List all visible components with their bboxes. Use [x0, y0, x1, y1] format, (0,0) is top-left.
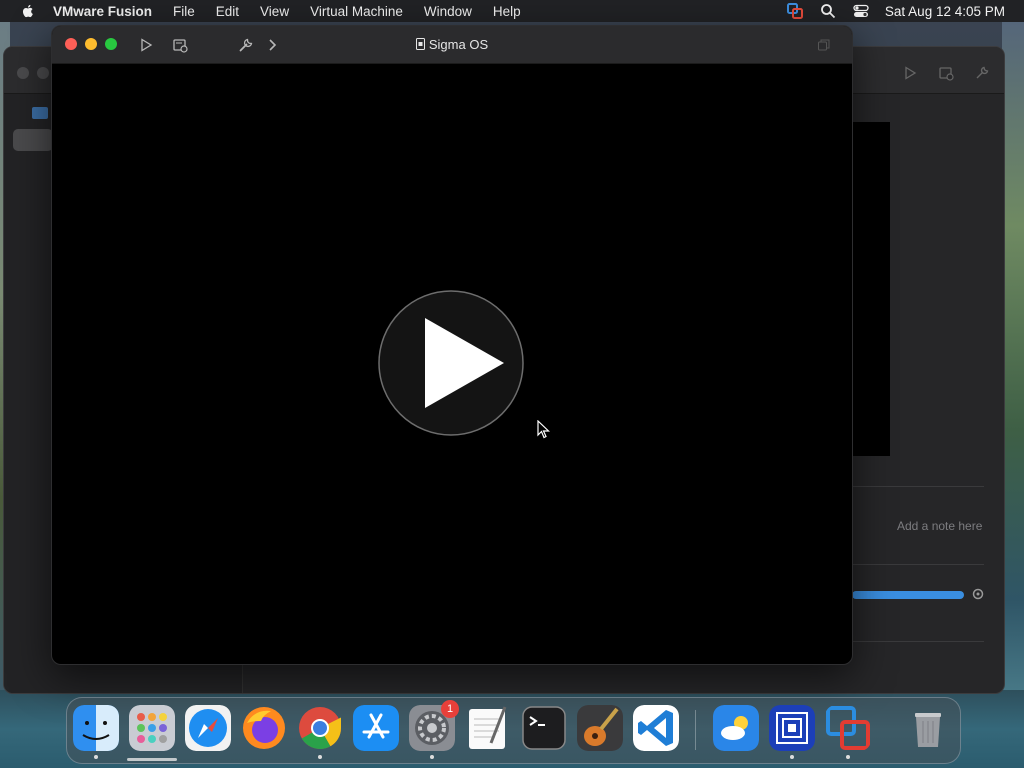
remote-desktop-running-dot: [790, 755, 794, 759]
menu-bar: VMware Fusion File Edit View Virtual Mac…: [0, 0, 1024, 22]
apple-menu-icon[interactable]: [20, 3, 36, 19]
spotlight-search-icon[interactable]: [820, 3, 836, 19]
finder-icon[interactable]: [73, 705, 119, 751]
weather-icon[interactable]: [713, 705, 759, 751]
vm-window-titlebar: Sigma OS: [52, 26, 852, 64]
library-sidebar-edge: [242, 661, 243, 693]
menu-clock[interactable]: Sat Aug 12 4:05 PM: [885, 4, 1005, 19]
safari-icon[interactable]: [185, 705, 231, 751]
library-divider: [852, 486, 984, 487]
library-snapshot-icon[interactable]: [938, 65, 954, 81]
menu-window[interactable]: Window: [424, 4, 472, 19]
vmware-fusion-icon[interactable]: [825, 705, 871, 751]
dock-separator: [695, 710, 696, 750]
library-divider: [852, 641, 984, 642]
restore-window-icon[interactable]: [818, 39, 830, 51]
menu-virtual-machine[interactable]: Virtual Machine: [310, 4, 403, 19]
wallpaper-right: [1002, 22, 1024, 702]
vmware-status-icon[interactable]: [786, 3, 803, 19]
menu-app-name[interactable]: VMware Fusion: [53, 4, 152, 19]
vm-storage-bar: [852, 591, 964, 599]
vm-window-title: Sigma OS: [52, 26, 852, 63]
system-settings-running-dot: [430, 755, 434, 759]
launchpad-icon[interactable]: [129, 705, 175, 751]
library-settings-wrench-icon[interactable]: [974, 65, 990, 81]
finder-running-dot: [94, 755, 98, 759]
vmware-fusion-running-dot: [846, 755, 850, 759]
mouse-cursor: [537, 420, 550, 439]
garageband-icon[interactable]: [577, 705, 623, 751]
remote-desktop-icon[interactable]: [769, 705, 815, 751]
notification-badge: 1: [441, 700, 459, 718]
app-store-icon[interactable]: [353, 705, 399, 751]
library-close-button[interactable]: [17, 67, 29, 79]
vm-title-text: Sigma OS: [428, 37, 489, 52]
chrome-icon[interactable]: [297, 705, 343, 751]
terminal-icon[interactable]: [521, 705, 567, 751]
menu-help[interactable]: Help: [493, 4, 521, 19]
vm-list-icon: [32, 107, 48, 119]
firefox-icon[interactable]: [241, 705, 287, 751]
textedit-icon[interactable]: [465, 705, 511, 751]
library-selected-vm[interactable]: [13, 129, 53, 151]
launchpad-indicator: [127, 758, 177, 761]
menu-file[interactable]: File: [173, 4, 195, 19]
menu-edit[interactable]: Edit: [216, 4, 239, 19]
control-center-icon[interactable]: [853, 3, 869, 19]
vm-window: Sigma OS: [51, 25, 853, 665]
storage-settings-icon[interactable]: [972, 588, 984, 600]
dock: 1: [66, 697, 961, 764]
library-play-icon[interactable]: [902, 65, 918, 81]
library-divider: [852, 564, 984, 565]
library-minimize-button[interactable]: [37, 67, 49, 79]
vm-document-icon: [415, 38, 425, 50]
power-on-play-button[interactable]: [378, 290, 524, 436]
add-note-field[interactable]: Add a note here: [897, 519, 982, 533]
trash-icon[interactable]: [905, 705, 951, 751]
menu-view[interactable]: View: [260, 4, 289, 19]
vscode-icon[interactable]: [633, 705, 679, 751]
chrome-running-dot: [318, 755, 322, 759]
